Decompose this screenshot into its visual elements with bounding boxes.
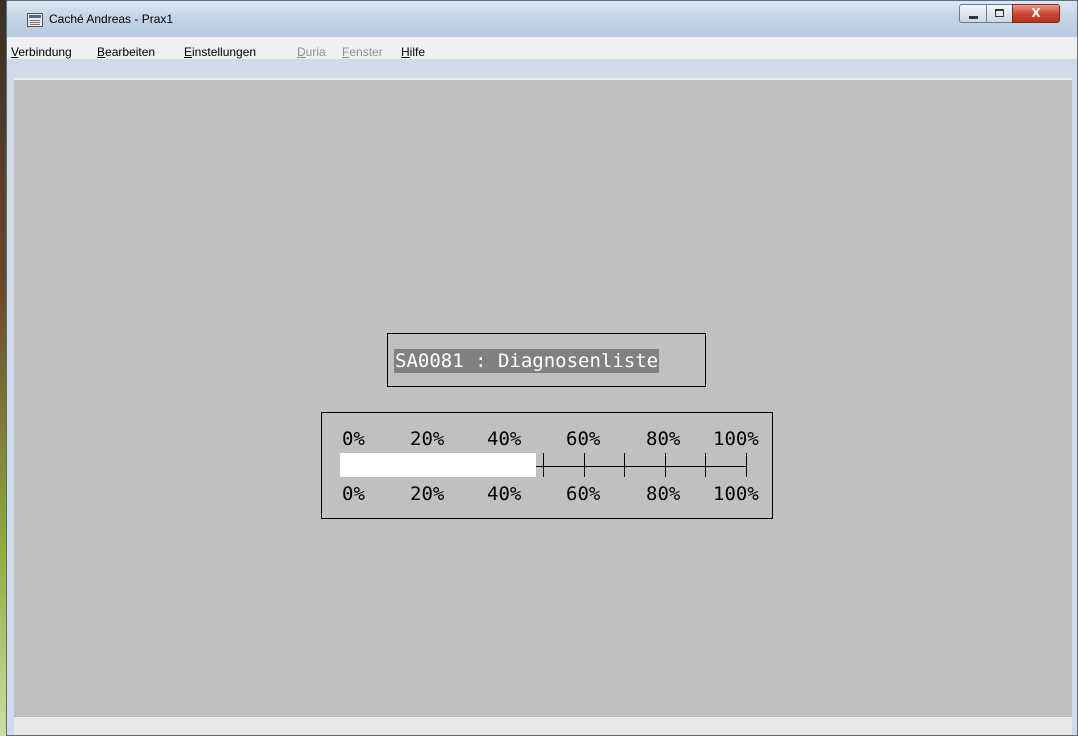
progress-tick [705, 453, 706, 477]
progress-panel: 0% 20% 40% 60% 80% 100% 0% 20% 40% 60% 8… [321, 412, 773, 519]
progress-label: 40% [487, 428, 522, 450]
maximize-button[interactable] [986, 4, 1013, 23]
progress-fill [340, 453, 536, 477]
progress-label: 0% [342, 428, 365, 450]
program-title: SA0081 : Diagnosenliste [394, 349, 660, 373]
progress-label: 20% [410, 483, 445, 505]
maximize-icon [995, 9, 1004, 17]
menu-duria[interactable]: Duria [297, 45, 326, 59]
menu-label: erbindung [18, 45, 72, 59]
progress-tick [543, 453, 544, 477]
progress-tick [584, 453, 585, 477]
menu-label: ilfe [409, 45, 426, 59]
progress-label: 0% [342, 483, 365, 505]
terminal-app-icon[interactable] [27, 13, 43, 27]
menu-accelerator: E [184, 45, 193, 59]
menu-accelerator: H [401, 45, 410, 59]
program-header-box: SA0081 : Diagnosenliste [387, 333, 706, 387]
close-icon: X [1031, 6, 1041, 20]
status-bar [14, 716, 1072, 735]
menu-hilfe[interactable]: Hilfe [401, 45, 425, 59]
progress-axis [536, 466, 746, 467]
menu-accelerator: B [97, 45, 106, 59]
menu-bearbeiten[interactable]: Bearbeiten [97, 45, 155, 59]
minimize-icon [969, 16, 978, 19]
progress-label: 60% [566, 483, 601, 505]
menu-verbindung[interactable]: Verbindung [11, 45, 72, 59]
progress-tick [624, 453, 625, 477]
progress-label: 60% [566, 428, 601, 450]
minimize-button[interactable] [959, 4, 987, 23]
menu-label: instellungen [192, 45, 257, 59]
close-button[interactable]: X [1012, 4, 1060, 23]
progress-bar [340, 451, 748, 477]
progress-tick [746, 453, 747, 477]
menu-einstellungen[interactable]: Einstellungen [184, 45, 256, 59]
menu-bar: Verbindung Bearbeiten Einstellungen Duri… [7, 37, 1077, 60]
progress-tick [665, 453, 666, 477]
progress-label: 80% [646, 483, 681, 505]
progress-label: 100% [713, 428, 759, 450]
title-bar[interactable]: Caché Andreas - Prax1 X [7, 1, 1077, 37]
progress-label: 40% [487, 483, 522, 505]
progress-label: 100% [713, 483, 759, 505]
progress-label: 80% [646, 428, 681, 450]
menu-label: enster [349, 45, 383, 59]
terminal-screen[interactable] [14, 78, 1072, 716]
menu-label: earbeiten [105, 45, 156, 59]
menu-accelerator: D [297, 45, 306, 59]
menu-label: uria [305, 45, 326, 59]
window-title: Caché Andreas - Prax1 [49, 12, 174, 26]
menu-fenster[interactable]: Fenster [342, 45, 383, 59]
progress-label: 20% [410, 428, 445, 450]
